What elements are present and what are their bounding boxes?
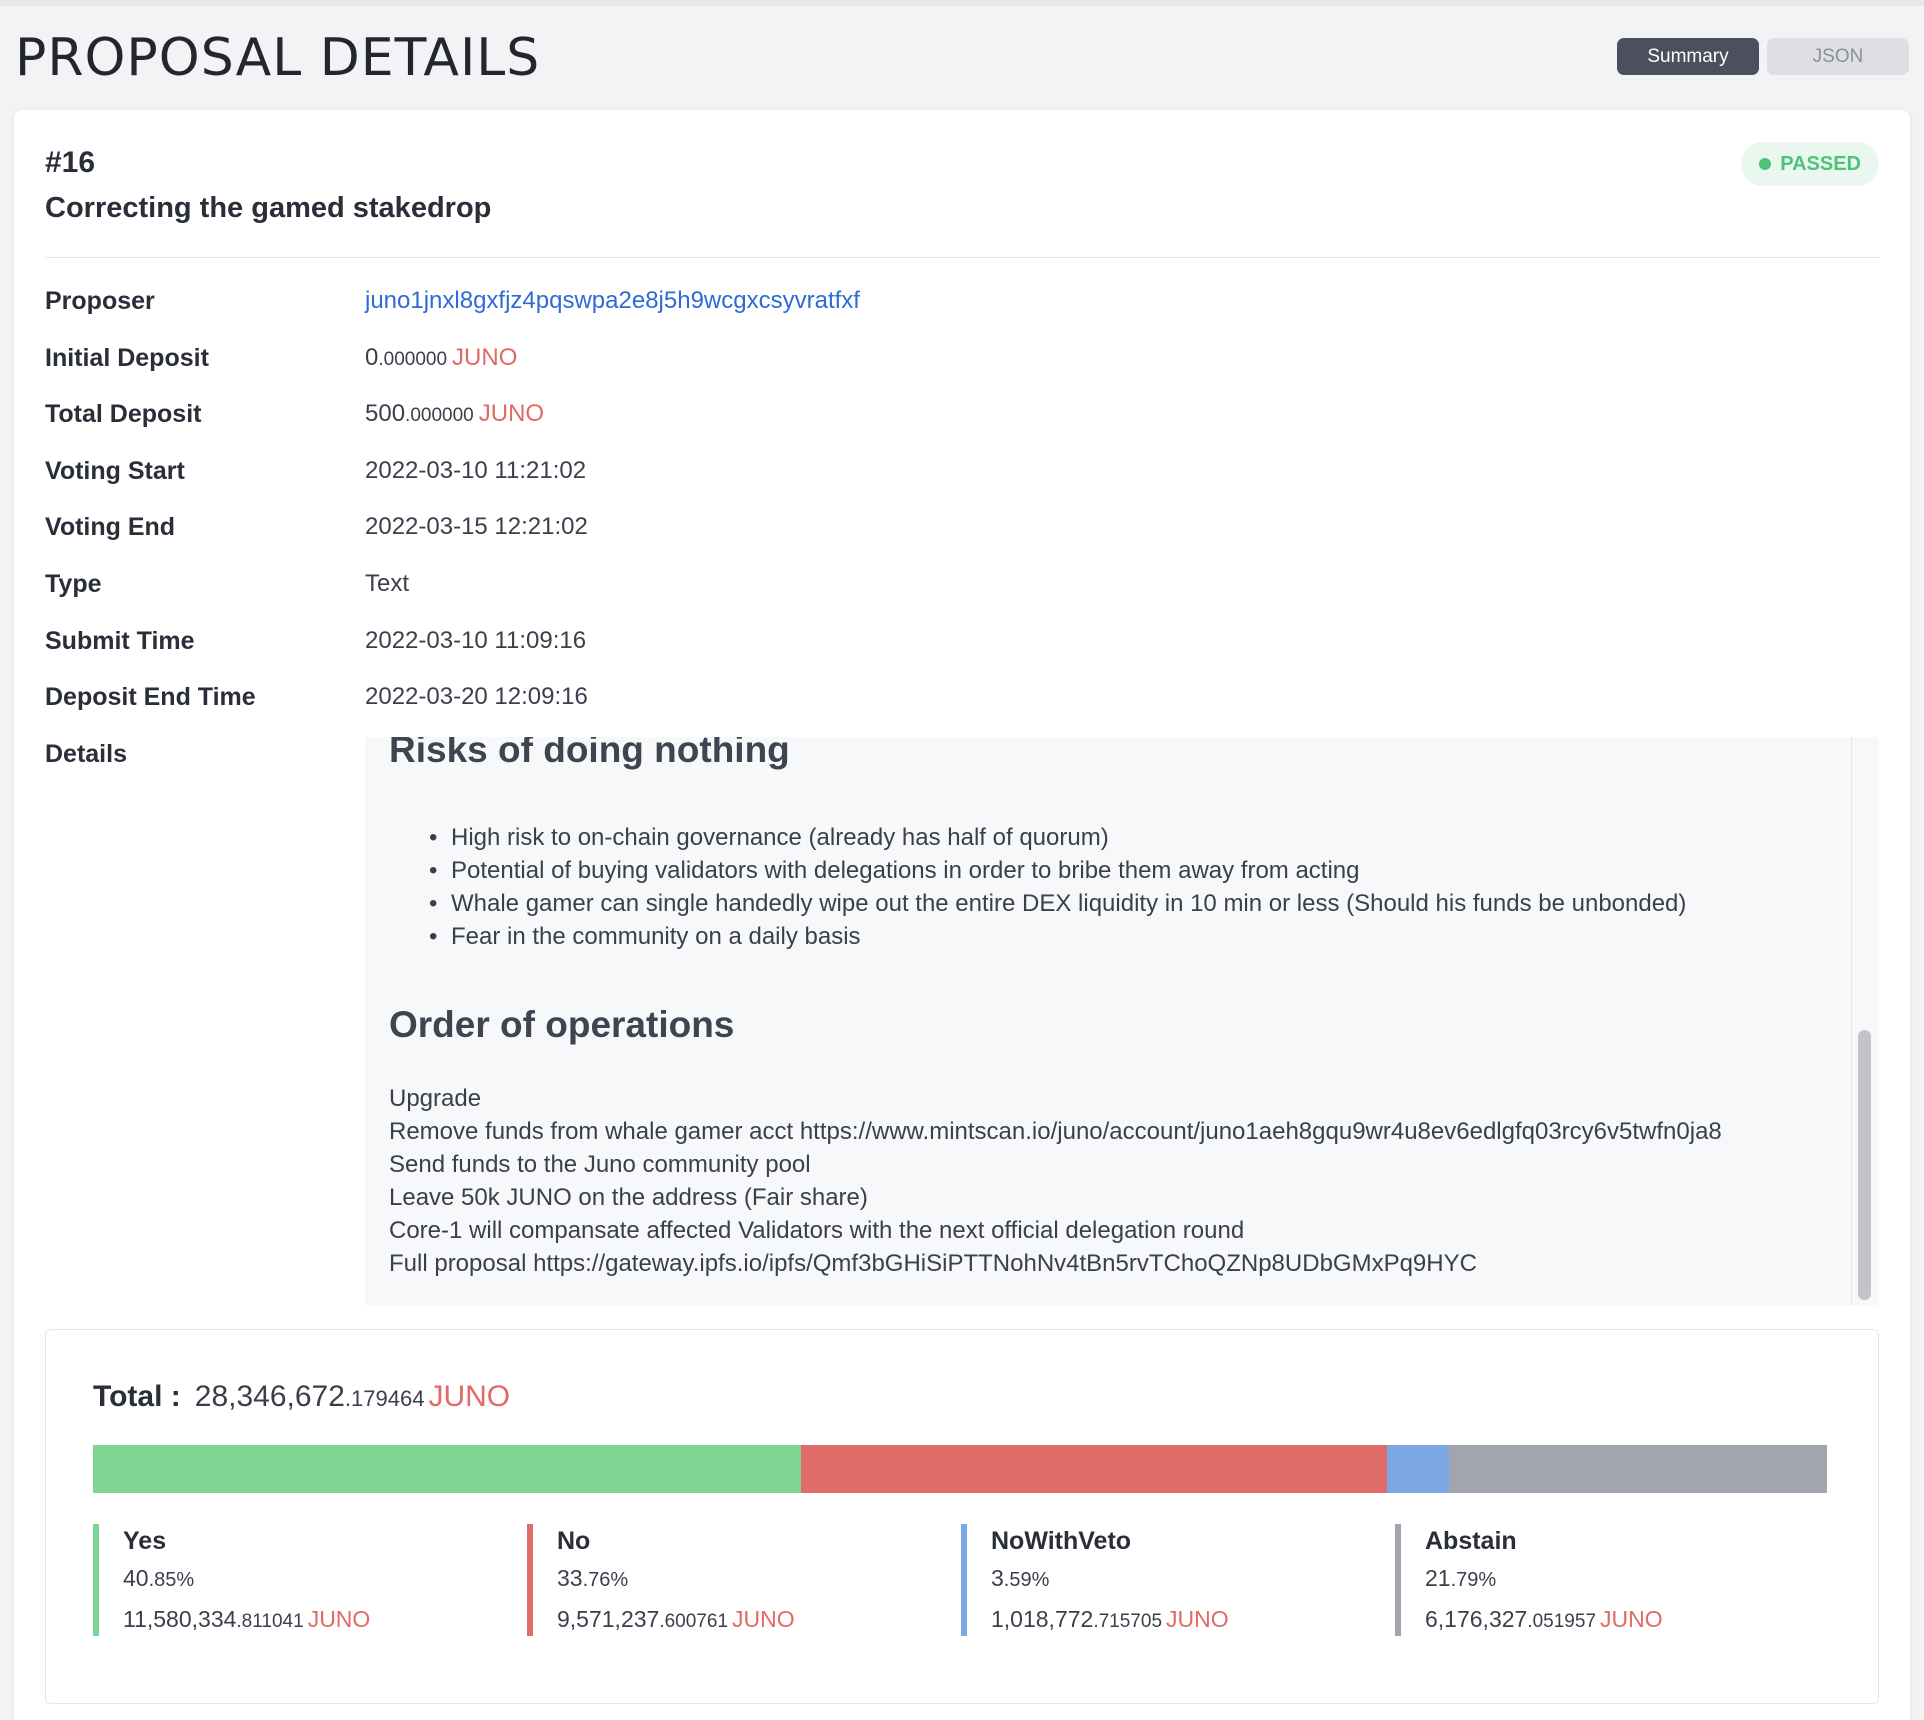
proposer-row: Proposer juno1jnxl8gxfjz4pqswpa2e8j5h9wc… — [45, 281, 860, 321]
proposer-link[interactable]: juno1jnxl8gxfjz4pqswpa2e8j5h9wcgxcsyvrat… — [365, 287, 860, 315]
tally-total-value: 28,346,672.179464 JUNO — [194, 1380, 511, 1413]
tally-bar-segment-nowithveto — [1386, 1445, 1449, 1493]
tally-bar-segment-abstain — [1448, 1445, 1827, 1493]
vote-option-label: Abstain — [1425, 1527, 1517, 1555]
voting-start-label: Voting Start — [45, 456, 185, 485]
risks-list: High risk to on-chain governance (alread… — [429, 821, 1686, 953]
operation-line: Core-1 will compansate affected Validato… — [389, 1217, 1245, 1244]
voting-end-row: Voting End 2022-03-15 12:21:02 — [45, 507, 588, 547]
details-scroll-area[interactable]: Risks of doing nothing High risk to on-c… — [365, 737, 1879, 1305]
status-badge: PASSED — [1741, 142, 1879, 186]
submit-time-label: Submit Time — [45, 626, 195, 655]
initial-deposit-row: Initial Deposit 0.000000 JUNO — [45, 338, 517, 378]
json-tab-button[interactable]: JSON — [1767, 38, 1909, 75]
initial-deposit-label: Initial Deposit — [45, 343, 209, 372]
voting-end-label: Voting End — [45, 512, 176, 541]
vote-option-no: No 33.76% 9,571,237.600761 JUNO — [527, 1524, 795, 1636]
total-deposit-row: Total Deposit 500.000000 JUNO — [45, 394, 544, 434]
voting-start-value: 2022-03-10 11:21:02 — [365, 457, 587, 484]
proposer-label: Proposer — [45, 286, 155, 315]
vote-option-yes: Yes 40.85% 11,580,334.811041 JUNO — [93, 1524, 370, 1636]
operation-line: Send funds to the Juno community pool — [389, 1151, 811, 1178]
total-deposit-label: Total Deposit — [45, 399, 202, 428]
list-item: High risk to on-chain governance (alread… — [429, 821, 1686, 854]
tally-total: Total : 28,346,672.179464 JUNO — [93, 1380, 510, 1414]
tally-bar-segment-yes — [93, 1445, 802, 1493]
initial-deposit-value: 0.000000 JUNO — [365, 344, 518, 371]
type-value: Text — [365, 570, 410, 597]
tally-card: Total : 28,346,672.179464 JUNO Yes 40.85% 1… — [45, 1329, 1879, 1704]
deposit-end-time-value: 2022-03-20 12:09:16 — [365, 683, 588, 710]
tally-total-label: Total : — [93, 1380, 181, 1413]
scrollbar-thumb[interactable] — [1858, 1030, 1871, 1300]
vote-option-amount: 1,018,772.715705 JUNO — [991, 1606, 1229, 1632]
operation-line: Leave 50k JUNO on the address (Fair shar… — [389, 1184, 868, 1211]
vote-option-label: Yes — [123, 1527, 167, 1555]
vote-option-percent: 33.76% — [557, 1565, 629, 1591]
status-dot-icon — [1759, 158, 1772, 170]
top-strip — [0, 0, 1924, 6]
operation-line: Upgrade — [389, 1085, 482, 1112]
proposal-card: #16 Correcting the gamed stakedrop PASSE… — [14, 110, 1910, 1720]
operation-line: Remove funds from whale gamer acct https… — [389, 1118, 1722, 1145]
vote-option-percent: 3.59% — [991, 1565, 1050, 1591]
summary-tab-button[interactable]: Summary — [1617, 38, 1759, 75]
type-label: Type — [45, 569, 102, 598]
view-toggle: Summary JSON — [1617, 38, 1909, 75]
voting-end-value: 2022-03-15 12:21:02 — [365, 513, 588, 540]
operations-heading: Order of operations — [389, 1004, 735, 1045]
deposit-end-time-row: Deposit End Time 2022-03-20 12:09:16 — [45, 677, 588, 717]
divider — [45, 257, 1879, 258]
vote-option-percent: 21.79% — [1425, 1565, 1497, 1591]
details-row: Details — [45, 734, 365, 774]
submit-time-row: Submit Time 2022-03-10 11:09:16 — [45, 621, 586, 661]
operation-line: Full proposal https://gateway.ipfs.io/ip… — [389, 1250, 1477, 1277]
operations-list: Upgrade Remove funds from whale gamer ac… — [389, 1082, 1722, 1280]
vote-option-abstain: Abstain 21.79% 6,176,327.051957 JUNO — [1395, 1524, 1663, 1636]
vote-option-amount: 11,580,334.811041 JUNO — [123, 1606, 371, 1632]
vote-option-label: NoWithVeto — [991, 1527, 1132, 1555]
vote-option-label: No — [557, 1527, 591, 1555]
status-text: PASSED — [1780, 152, 1861, 175]
proposal-id: #16 — [45, 146, 96, 179]
tally-bar-segment-no — [801, 1445, 1387, 1493]
vote-option-amount: 6,176,327.051957 JUNO — [1425, 1606, 1663, 1632]
risks-heading: Risks of doing nothing — [389, 737, 790, 770]
deposit-end-time-label: Deposit End Time — [45, 682, 256, 711]
submit-time-value: 2022-03-10 11:09:16 — [365, 627, 587, 654]
vote-option-percent: 40.85% — [123, 1565, 195, 1591]
details-scrollbar[interactable] — [1851, 737, 1879, 1305]
list-item: Whale gamer can single handedly wipe out… — [429, 887, 1686, 920]
list-item: Fear in the community on a daily basis — [429, 920, 1686, 953]
page-title: PROPOSAL DETAILS — [15, 28, 541, 88]
vote-option-amount: 9,571,237.600761 JUNO — [557, 1606, 795, 1632]
type-row: Type Text — [45, 564, 409, 604]
proposal-title: Correcting the gamed stakedrop — [45, 192, 492, 224]
total-deposit-value: 500.000000 JUNO — [365, 400, 545, 427]
voting-start-row: Voting Start 2022-03-10 11:21:02 — [45, 451, 586, 491]
list-item: Potential of buying validators with dele… — [429, 854, 1686, 887]
details-label: Details — [45, 739, 127, 768]
tally-bar — [93, 1445, 1827, 1493]
vote-option-nowithveto: NoWithVeto 3.59% 1,018,772.715705 JUNO — [961, 1524, 1229, 1636]
